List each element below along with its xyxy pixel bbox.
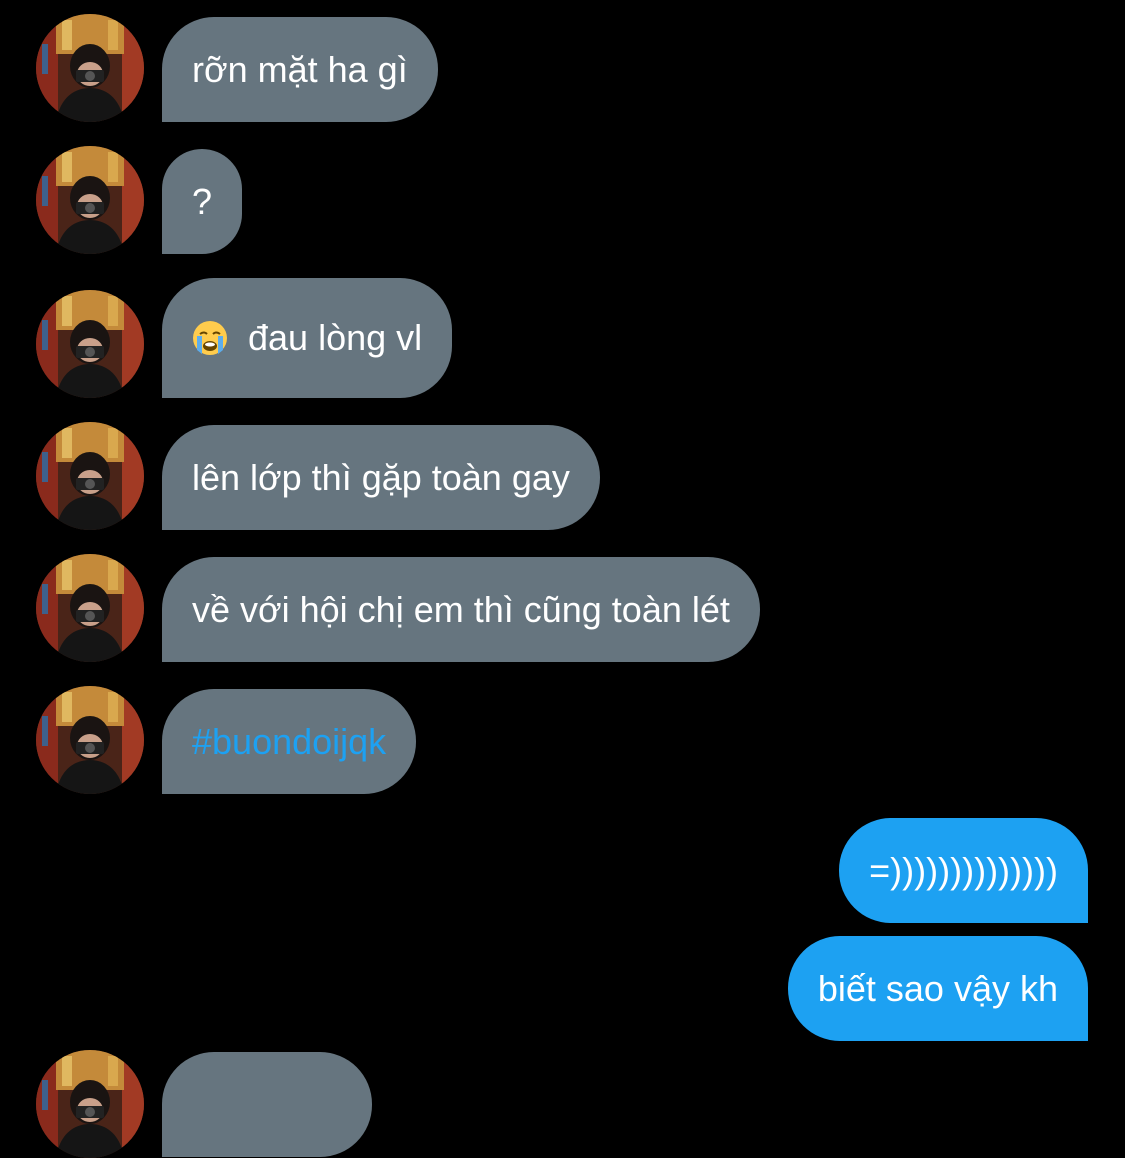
message-bubble-incoming[interactable]: đau lòng vl [162,278,453,398]
message-bubble-outgoing[interactable]: biết sao vậy kh [787,936,1088,1041]
message-text: =)))))))))))))) [869,849,1058,891]
message-bubble-incoming[interactable]: ? [162,149,243,254]
avatar[interactable] [36,146,144,254]
avatar[interactable] [36,422,144,530]
message-text: lên lớp thì gặp toàn gay [192,456,570,498]
message-bubble-incoming[interactable]: về với hội chị em thì cũng toàn lét [162,557,760,662]
message-text: biết sao vậy kh [817,967,1058,1009]
message-text: về với hội chị em thì cũng toàn lét [192,588,730,630]
message-bubble-outgoing[interactable]: =)))))))))))))) [839,818,1088,923]
avatar[interactable] [36,290,144,398]
avatar[interactable] [36,14,144,122]
message-bubble-incoming[interactable] [162,1052,372,1157]
message-bubble-incoming[interactable]: lên lớp thì gặp toàn gay [162,425,600,530]
avatar[interactable] [36,554,144,662]
avatar[interactable] [36,1050,144,1158]
message-bubble-incoming[interactable]: #buondoijqk [162,689,417,794]
message-bubble-incoming[interactable]: rỡn mặt ha gì [162,17,438,122]
avatar[interactable] [36,686,144,794]
message-text: ? [192,180,213,222]
message-text: đau lòng vl [248,317,423,358]
hashtag-link[interactable]: #buondoijqk [192,721,386,763]
loudly-crying-face-emoji [192,320,228,356]
message-text: rỡn mặt ha gì [192,48,408,90]
